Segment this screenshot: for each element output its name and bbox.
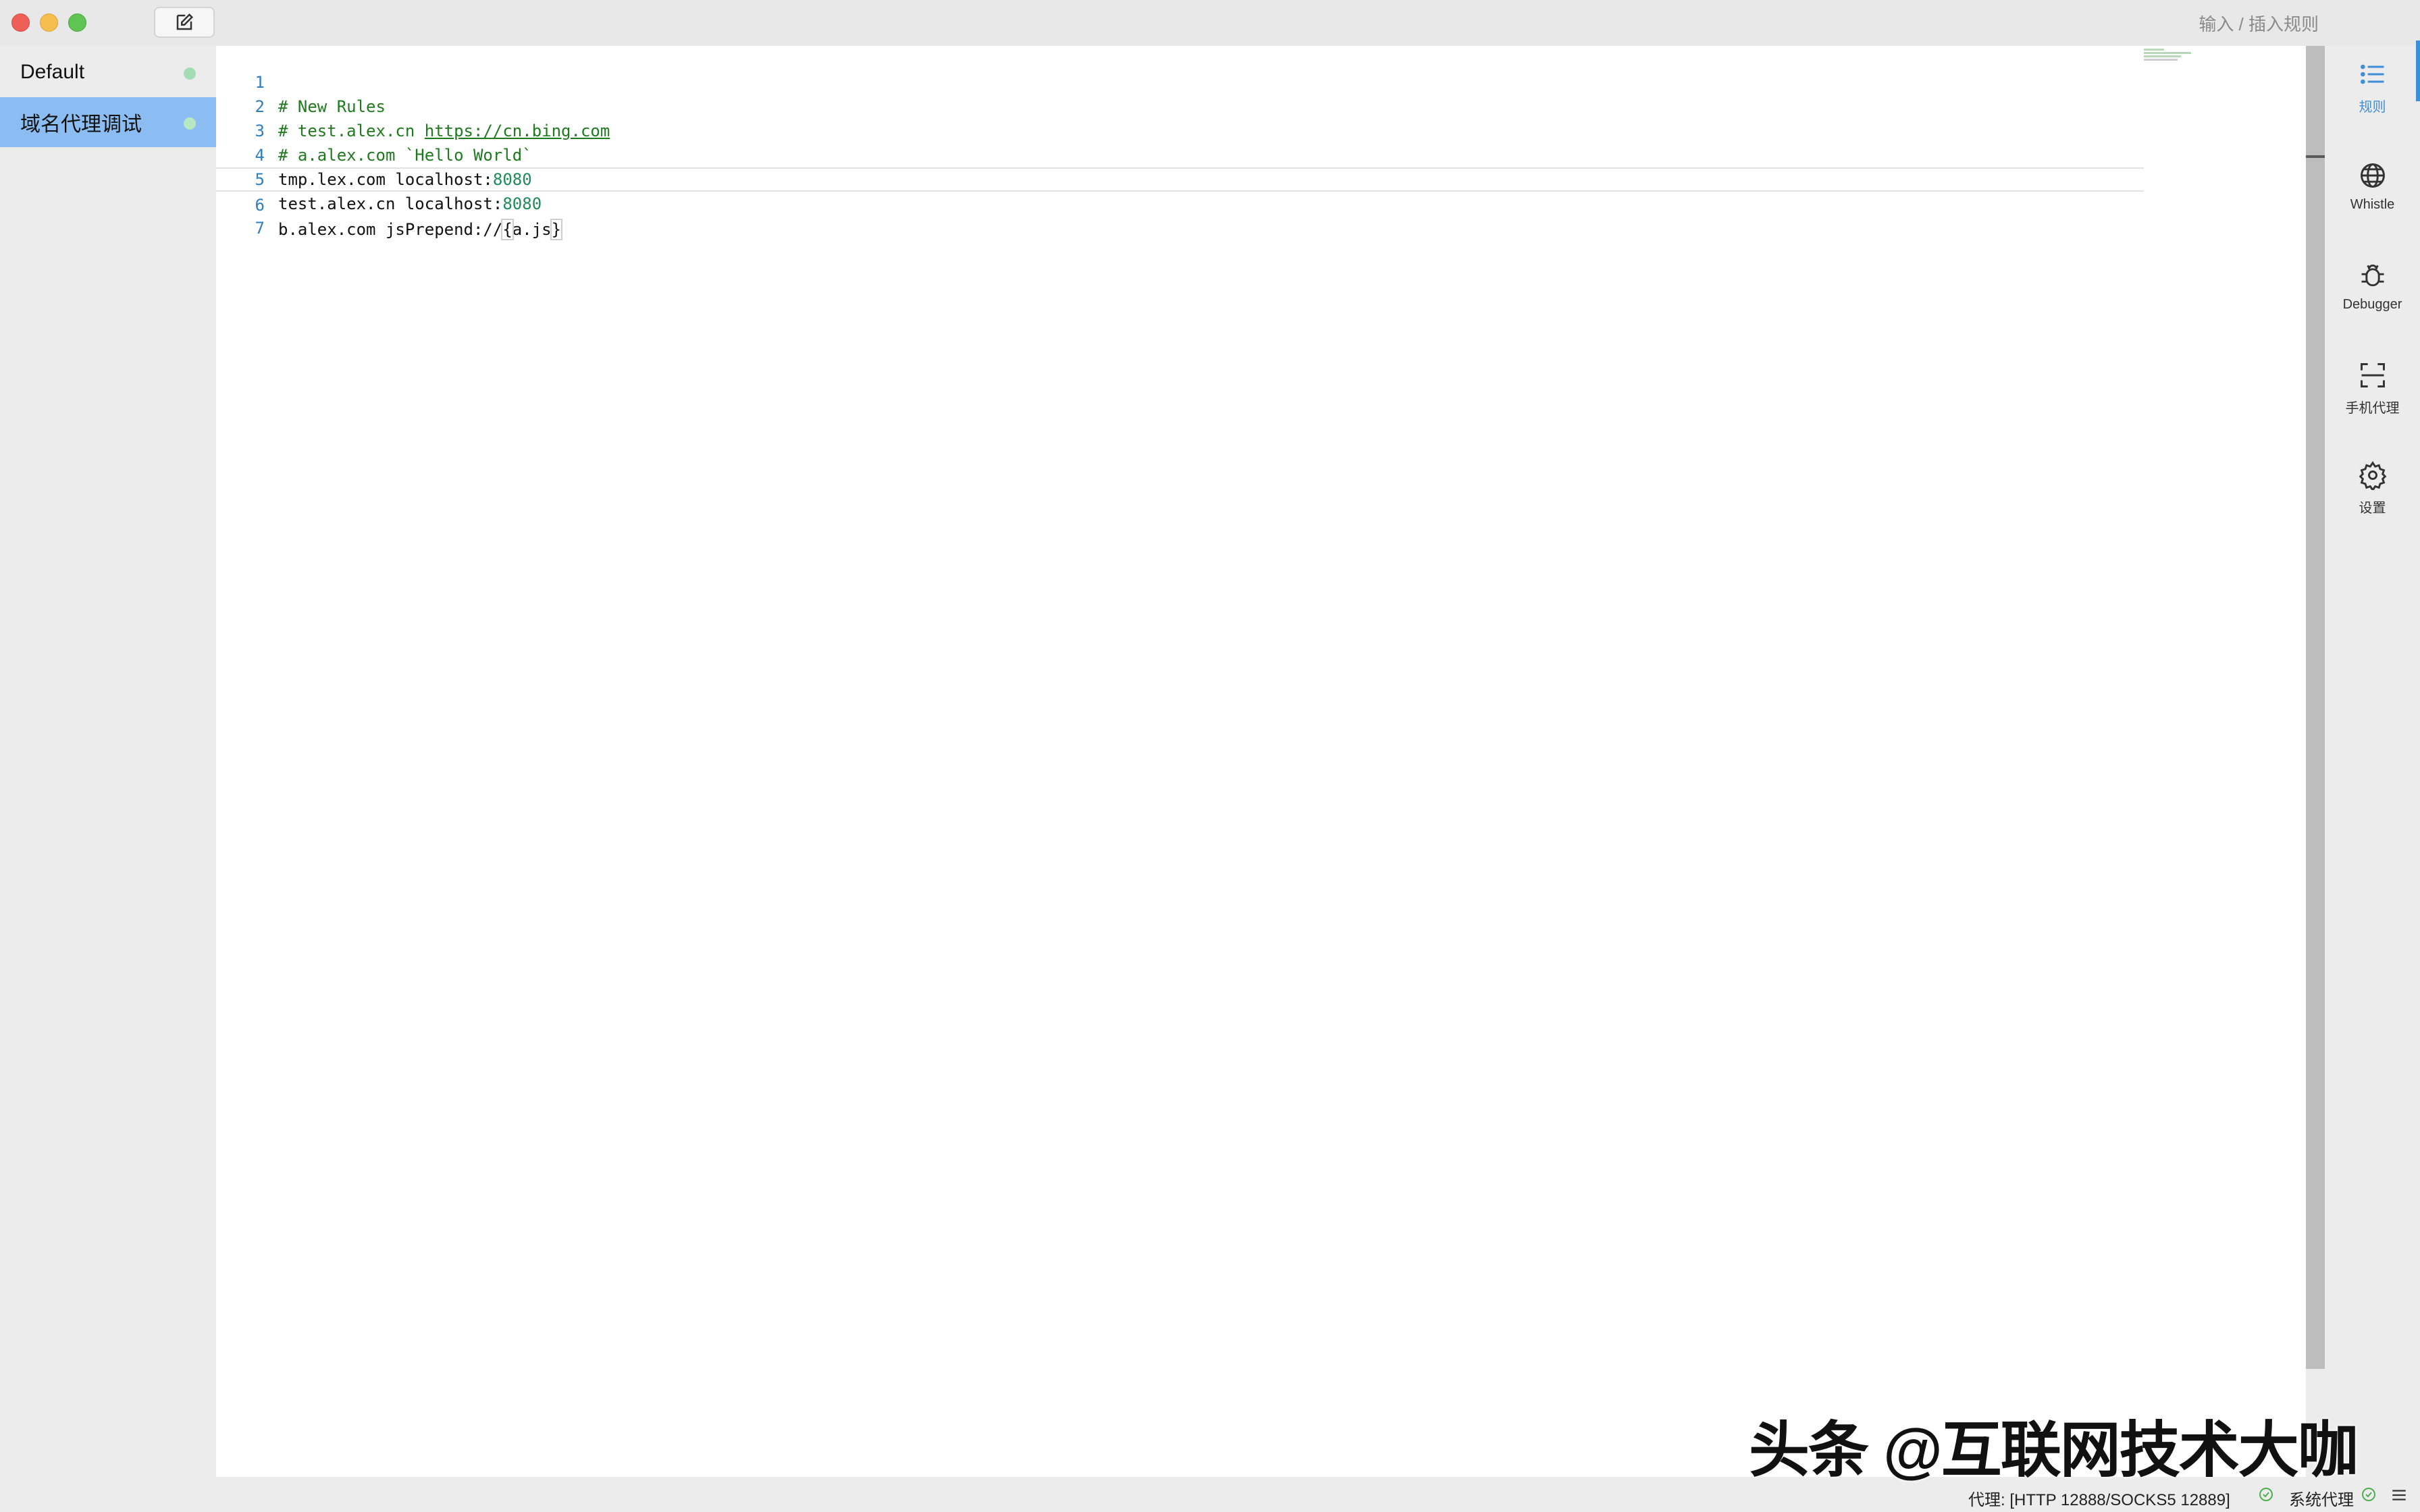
check-circle-icon [2361, 1486, 2377, 1506]
editor-line-current: 6 b.alex.com jsPrepend://{a.js} [216, 167, 2144, 240]
watermark: 头条 @互联网技术大咖 [1749, 1417, 2359, 1484]
sidebar-item-default[interactable]: Default [0, 47, 216, 97]
sidebar-item-label: 域名代理调试 [20, 113, 142, 136]
proxy-status[interactable]: 代理: [HTTP 12888/SOCKS5 12889] [1968, 1486, 2230, 1510]
editor-line: 7 [216, 192, 2144, 238]
scrollbar-cursor-mark [2306, 155, 2325, 158]
maximize-window-button[interactable] [68, 14, 86, 32]
minimize-window-button[interactable] [40, 14, 58, 32]
editor-line: 4 tmp.lex.com localhost:8080 [216, 119, 2144, 189]
title-bar: 输入 / 插入规则 [0, 0, 2420, 46]
line-text: b.alex.com jsPrepend:// [278, 220, 503, 239]
nav-label: Debugger [2342, 297, 2402, 312]
right-nav-rail: 规则 Whistle Debugger 手机代理 设置 [2325, 46, 2420, 1477]
bracket-close: } [550, 219, 563, 240]
rules-sidebar: Default 域名代理调试 [0, 46, 216, 1477]
nav-mobile-proxy[interactable]: 手机代理 [2325, 360, 2420, 448]
scan-icon [2360, 363, 2385, 387]
nav-debugger[interactable]: Debugger [2325, 261, 2420, 348]
line-number: 7 [255, 219, 265, 238]
editor-line: 3 # a.alex.com `Hello World` [216, 94, 2144, 165]
rules-editor[interactable]: 1 # New Rules 2 # test.alex.cn https://c… [216, 46, 2306, 1477]
editor-scrollbar[interactable] [2306, 46, 2325, 1369]
minimap[interactable] [2144, 49, 2198, 62]
menu-icon[interactable] [2390, 1486, 2408, 1507]
status-dot [184, 117, 196, 130]
close-window-button[interactable] [11, 14, 30, 32]
nav-label: 手机代理 [2345, 401, 2400, 416]
edit-icon [176, 13, 194, 30]
status-dot [184, 68, 196, 80]
sidebar-item-domain-proxy-debug[interactable]: 域名代理调试 [0, 97, 216, 147]
nav-label: 规则 [2359, 100, 2386, 115]
system-proxy-status[interactable]: 系统代理 [2289, 1486, 2354, 1510]
nav-whistle[interactable]: Whistle [2325, 161, 2420, 248]
editor-line: 1 # New Rules [216, 46, 2144, 116]
nav-label: 设置 [2359, 501, 2386, 516]
globe-icon [2360, 163, 2385, 188]
sidebar-item-label: Default [20, 61, 85, 83]
active-nav-indicator [2416, 40, 2420, 101]
editor-line: 2 # test.alex.cn https://cn.bing.com [216, 70, 2144, 140]
nav-rules[interactable]: 规则 [2325, 59, 2420, 147]
value-text: a.js [512, 220, 552, 239]
insert-rule-hint: 输入 / 插入规则 [2199, 14, 2319, 34]
new-rule-button[interactable] [154, 7, 215, 38]
editor-line: 5 test.alex.cn localhost:8080 [216, 143, 2144, 213]
check-circle-icon [2258, 1486, 2274, 1506]
nav-settings[interactable]: 设置 [2325, 460, 2420, 548]
bug-icon [2361, 264, 2384, 287]
bracket-open: { [501, 219, 514, 240]
nav-label: Whistle [2350, 197, 2395, 212]
gear-icon [2359, 461, 2386, 490]
list-icon [2360, 64, 2384, 84]
